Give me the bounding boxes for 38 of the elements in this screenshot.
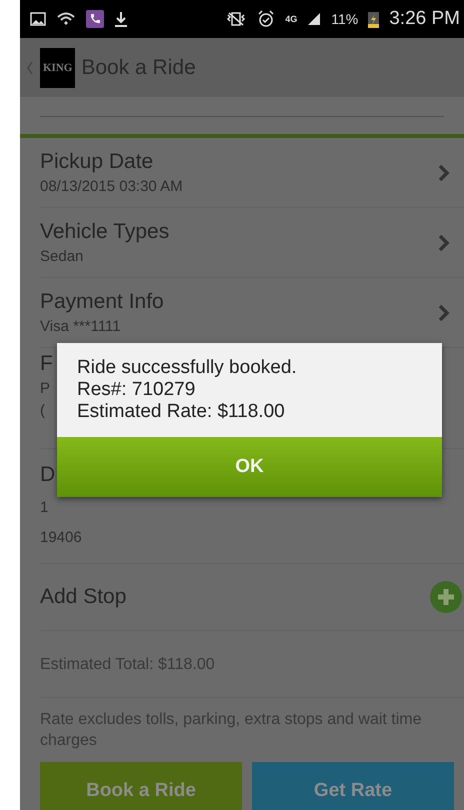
ok-button[interactable]: OK — [57, 437, 442, 497]
plus-icon — [430, 581, 462, 613]
logo: KING — [40, 48, 76, 88]
row-value: 19406 — [40, 529, 82, 547]
row-label: Pickup Date — [40, 150, 154, 174]
row-value: 1 — [40, 499, 50, 517]
signal-icon — [307, 12, 322, 26]
action-button[interactable]: Get Rate — [252, 762, 454, 810]
row-value: ( — [40, 402, 46, 420]
wifi-icon — [56, 11, 76, 27]
dialog-message: Res#: 710279 — [77, 379, 196, 401]
row-label: Payment Info — [40, 290, 164, 314]
status-time: 3:26 PM — [389, 8, 460, 30]
chevron-right-icon — [438, 234, 450, 252]
row-label: F — [40, 352, 53, 376]
download-icon — [114, 10, 128, 28]
dialog-message: Ride successfully booked. — [77, 357, 298, 379]
chevron-right-icon — [438, 164, 450, 182]
row-label: D — [40, 463, 56, 487]
list-row[interactable]: Vehicle Types Sedan — [40, 208, 464, 278]
row-value: Visa ***1111 — [40, 318, 122, 335]
battery-percent: 11% — [331, 11, 358, 27]
row-label: Vehicle Types — [40, 220, 170, 244]
battery-icon — [368, 10, 380, 28]
row-value: 08/13/2015 03:30 AM — [40, 178, 183, 195]
dialog-message: Estimated Rate: $118.00 — [77, 401, 286, 423]
back-icon — [26, 60, 34, 74]
add-stop-label: Add Stop — [40, 585, 126, 609]
network-label: 4G — [285, 14, 298, 24]
action-button[interactable]: Book a Ride — [40, 762, 242, 810]
image-icon — [30, 12, 46, 26]
row-value: Sedan — [40, 248, 84, 265]
row-value: P — [40, 380, 52, 398]
list-row[interactable]: Pickup Date 08/13/2015 03:30 AM — [40, 138, 464, 208]
phone-icon — [86, 10, 104, 28]
alarm-icon — [257, 10, 276, 28]
chevron-right-icon — [438, 304, 450, 322]
vibrate-mute-icon — [225, 11, 248, 27]
